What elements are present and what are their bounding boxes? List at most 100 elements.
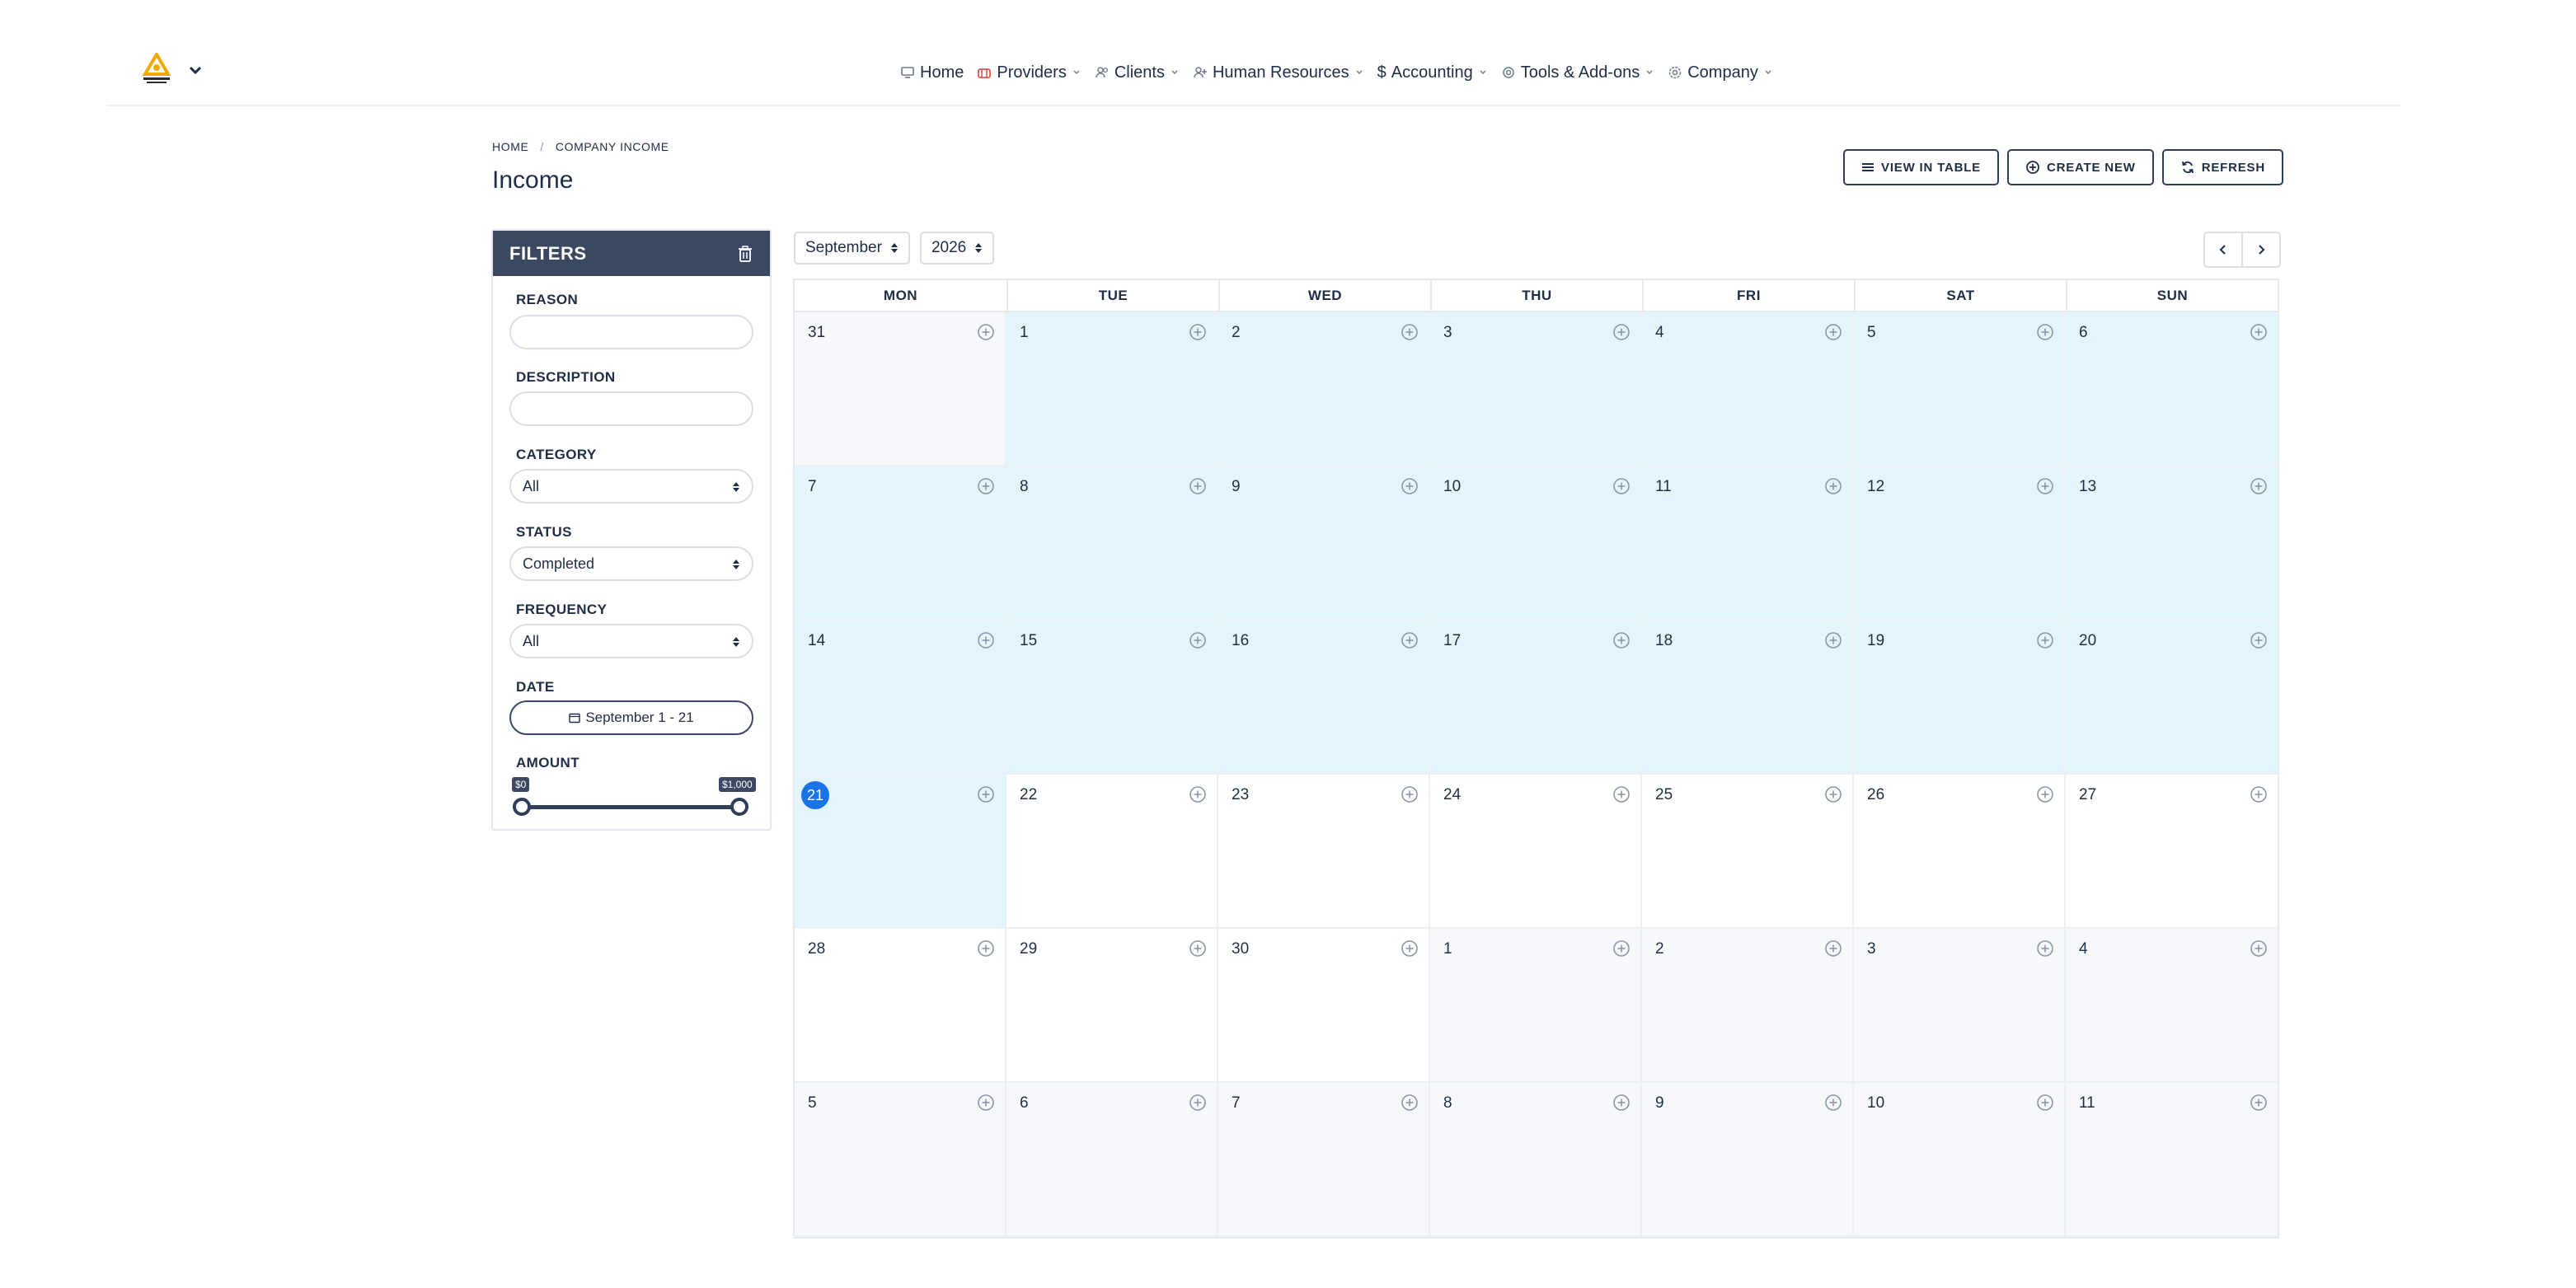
calendar-day-cell[interactable]: 5 bbox=[795, 1083, 1006, 1237]
add-event-icon[interactable] bbox=[1824, 323, 1842, 341]
year-select[interactable]: 2026 bbox=[919, 232, 995, 265]
add-event-icon[interactable] bbox=[1189, 1094, 1207, 1112]
calendar-day-cell[interactable]: 1 bbox=[1006, 312, 1218, 466]
add-event-icon[interactable] bbox=[2036, 323, 2054, 341]
add-event-icon[interactable] bbox=[1401, 631, 1419, 649]
calendar-day-cell[interactable]: 28 bbox=[795, 929, 1006, 1083]
add-event-icon[interactable] bbox=[977, 477, 995, 495]
add-event-icon[interactable] bbox=[1612, 785, 1631, 803]
calendar-day-cell[interactable]: 27 bbox=[2066, 775, 2278, 929]
calendar-day-cell[interactable]: 6 bbox=[1006, 1083, 1218, 1237]
calendar-day-cell[interactable]: 13 bbox=[2066, 466, 2278, 621]
nav-providers[interactable]: Providers bbox=[977, 63, 1081, 82]
calendar-day-cell[interactable]: 26 bbox=[1854, 775, 2066, 929]
add-event-icon[interactable] bbox=[1824, 785, 1842, 803]
add-event-icon[interactable] bbox=[1189, 477, 1207, 495]
calendar-day-cell[interactable]: 11 bbox=[2066, 1083, 2278, 1237]
add-event-icon[interactable] bbox=[977, 631, 995, 649]
add-event-icon[interactable] bbox=[2036, 939, 2054, 958]
calendar-day-cell[interactable]: 10 bbox=[1430, 466, 1642, 621]
add-event-icon[interactable] bbox=[977, 785, 995, 803]
calendar-day-cell[interactable]: 8 bbox=[1006, 466, 1218, 621]
add-event-icon[interactable] bbox=[2036, 785, 2054, 803]
calendar-day-cell[interactable]: 12 bbox=[1854, 466, 2066, 621]
nav-company[interactable]: Company bbox=[1668, 63, 1773, 82]
amount-min-handle[interactable] bbox=[513, 798, 531, 816]
calendar-day-cell[interactable]: 14 bbox=[795, 621, 1006, 775]
add-event-icon[interactable] bbox=[2250, 939, 2268, 958]
calendar-day-cell[interactable]: 7 bbox=[795, 466, 1006, 621]
category-select[interactable]: All bbox=[509, 469, 753, 503]
calendar-day-cell[interactable]: 9 bbox=[1218, 466, 1430, 621]
view-in-table-button[interactable]: VIEW IN TABLE bbox=[1843, 149, 1999, 185]
refresh-button[interactable]: REFRESH bbox=[2161, 149, 2283, 185]
chevron-down-icon[interactable] bbox=[186, 61, 204, 79]
add-event-icon[interactable] bbox=[1612, 1094, 1631, 1112]
breadcrumb-home[interactable]: HOME bbox=[492, 140, 528, 153]
company-logo[interactable] bbox=[138, 51, 175, 86]
add-event-icon[interactable] bbox=[977, 939, 995, 958]
add-event-icon[interactable] bbox=[1189, 631, 1207, 649]
add-event-icon[interactable] bbox=[1401, 939, 1419, 958]
calendar-day-cell[interactable]: 8 bbox=[1430, 1083, 1642, 1237]
date-range-picker[interactable]: September 1 - 21 bbox=[509, 700, 753, 735]
calendar-day-cell[interactable]: 22 bbox=[1006, 775, 1218, 929]
nav-human-resources[interactable]: Human Resources bbox=[1193, 63, 1364, 82]
calendar-day-cell[interactable]: 25 bbox=[1642, 775, 1854, 929]
add-event-icon[interactable] bbox=[2250, 1094, 2268, 1112]
description-input[interactable] bbox=[509, 391, 753, 426]
amount-max-handle[interactable] bbox=[730, 798, 748, 816]
add-event-icon[interactable] bbox=[977, 323, 995, 341]
nav-home[interactable]: Home bbox=[900, 63, 964, 82]
calendar-day-cell[interactable]: 30 bbox=[1218, 929, 1430, 1083]
add-event-icon[interactable] bbox=[977, 1094, 995, 1112]
add-event-icon[interactable] bbox=[1189, 323, 1207, 341]
add-event-icon[interactable] bbox=[1824, 631, 1842, 649]
add-event-icon[interactable] bbox=[1401, 477, 1419, 495]
calendar-day-cell[interactable]: 31 bbox=[795, 312, 1006, 466]
status-select[interactable]: Completed bbox=[509, 546, 753, 581]
add-event-icon[interactable] bbox=[1189, 785, 1207, 803]
add-event-icon[interactable] bbox=[2250, 631, 2268, 649]
calendar-day-cell[interactable]: 24 bbox=[1430, 775, 1642, 929]
calendar-day-cell[interactable]: 16 bbox=[1218, 621, 1430, 775]
frequency-select[interactable]: All bbox=[509, 624, 753, 658]
add-event-icon[interactable] bbox=[1401, 785, 1419, 803]
add-event-icon[interactable] bbox=[1612, 477, 1631, 495]
calendar-day-cell[interactable]: 2 bbox=[1642, 929, 1854, 1083]
add-event-icon[interactable] bbox=[1401, 323, 1419, 341]
calendar-day-cell[interactable]: 6 bbox=[2066, 312, 2278, 466]
calendar-day-cell[interactable]: 23 bbox=[1218, 775, 1430, 929]
add-event-icon[interactable] bbox=[1824, 1094, 1842, 1112]
trash-icon[interactable] bbox=[737, 245, 753, 263]
nav-accounting[interactable]: $ Accounting bbox=[1377, 63, 1488, 82]
calendar-day-cell[interactable]: 4 bbox=[1642, 312, 1854, 466]
calendar-day-cell[interactable]: 2 bbox=[1218, 312, 1430, 466]
calendar-day-cell[interactable]: 20 bbox=[2066, 621, 2278, 775]
add-event-icon[interactable] bbox=[1401, 1094, 1419, 1112]
add-event-icon[interactable] bbox=[1612, 631, 1631, 649]
next-month-button[interactable] bbox=[2241, 233, 2279, 266]
calendar-day-cell[interactable]: 5 bbox=[1854, 312, 2066, 466]
add-event-icon[interactable] bbox=[2250, 323, 2268, 341]
prev-month-button[interactable] bbox=[2205, 233, 2241, 266]
add-event-icon[interactable] bbox=[1612, 323, 1631, 341]
calendar-day-cell[interactable]: 18 bbox=[1642, 621, 1854, 775]
calendar-day-cell[interactable]: 9 bbox=[1642, 1083, 1854, 1237]
add-event-icon[interactable] bbox=[1824, 477, 1842, 495]
add-event-icon[interactable] bbox=[2036, 631, 2054, 649]
calendar-day-cell[interactable]: 21 bbox=[795, 775, 1006, 929]
calendar-day-cell[interactable]: 19 bbox=[1854, 621, 2066, 775]
nav-clients[interactable]: Clients bbox=[1095, 63, 1180, 82]
calendar-day-cell[interactable]: 17 bbox=[1430, 621, 1642, 775]
add-event-icon[interactable] bbox=[2036, 1094, 2054, 1112]
add-event-icon[interactable] bbox=[2036, 477, 2054, 495]
add-event-icon[interactable] bbox=[2250, 477, 2268, 495]
calendar-day-cell[interactable]: 11 bbox=[1642, 466, 1854, 621]
calendar-day-cell[interactable]: 15 bbox=[1006, 621, 1218, 775]
add-event-icon[interactable] bbox=[1189, 939, 1207, 958]
month-select[interactable]: September bbox=[794, 232, 910, 265]
create-new-button[interactable]: CREATE NEW bbox=[2006, 149, 2154, 185]
calendar-day-cell[interactable]: 29 bbox=[1006, 929, 1218, 1083]
calendar-day-cell[interactable]: 4 bbox=[2066, 929, 2278, 1083]
